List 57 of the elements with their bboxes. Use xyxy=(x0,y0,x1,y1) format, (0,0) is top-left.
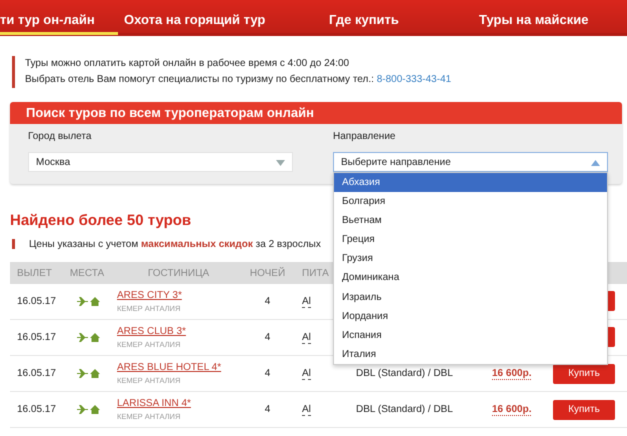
hotel-link[interactable]: ARES CITY 3* xyxy=(117,288,182,302)
price-note: Цены указаны с учетом максимальных скидок за 2 взрослых xyxy=(29,238,321,250)
dropdown-option[interactable]: Израиль xyxy=(334,288,607,307)
column-header: ГОСТИНИЦА xyxy=(146,268,210,278)
column-header: ВЫЛЕТ xyxy=(16,268,53,278)
column-header: МЕСТА xyxy=(68,268,106,278)
date-cell-text: 16.05.17 xyxy=(16,332,57,343)
dropdown-option[interactable]: Доминикана xyxy=(334,268,607,288)
nav-tab[interactable]: Охота на горящий тур xyxy=(124,2,329,34)
caret-icon xyxy=(276,160,285,166)
nights-cell-text: 4 xyxy=(264,404,272,415)
meal-code: Al xyxy=(302,332,311,344)
hotel-link[interactable]: ARES BLUE HOTEL 4* xyxy=(117,360,222,374)
dropdown-option[interactable]: Греция xyxy=(334,230,607,250)
room-type: DBL (Standard) / DBL xyxy=(356,368,453,379)
destination-select[interactable]: Выберите направление xyxy=(333,152,608,172)
nav-tab[interactable]: Где купить xyxy=(329,2,479,34)
room-type: DBL (Standard) / DBL xyxy=(356,404,453,415)
date-cell-text: 16.05.17 xyxy=(16,404,57,415)
column-header: ПИТА xyxy=(301,268,330,278)
notice-text: Выбрать отель Вам помогут специалисты по туризму по бесплатному тел.: 8-800-333-43-41 xyxy=(25,73,452,87)
buy-button[interactable]: Купить xyxy=(553,364,615,384)
plane-and-house-icon xyxy=(76,368,102,379)
results-heading: Найдено более 50 туров xyxy=(10,211,192,231)
nights-cell-text: 4 xyxy=(264,296,272,307)
caret-icon xyxy=(591,160,600,166)
hotel-link[interactable]: LARISSA INN 4* xyxy=(117,396,191,410)
column-header: НОЧЕЙ xyxy=(248,268,286,278)
meal-code: Al xyxy=(302,368,311,380)
buy-button[interactable]: Купить xyxy=(553,400,615,420)
date-cell-text: 16.05.17 xyxy=(16,368,57,379)
dropdown-option[interactable]: Вьетнам xyxy=(334,211,607,230)
meal-code: Al xyxy=(302,404,311,416)
price-link[interactable]: 16 600р. xyxy=(492,404,532,416)
panel-title: Поиск туров по всем туроператорам онлайн xyxy=(10,102,622,124)
city-select[interactable]: Москва xyxy=(28,152,293,172)
plane-and-house-icon xyxy=(76,404,102,415)
phone-link[interactable]: 8-800-333-43-41 xyxy=(376,74,452,85)
meal-code: Al xyxy=(302,296,311,308)
dropdown-option[interactable]: Иордания xyxy=(334,306,607,326)
nav-tab[interactable]: ти тур он-лайн xyxy=(0,2,118,34)
dropdown-option[interactable]: Испания xyxy=(334,326,607,345)
price-link[interactable]: 16 600р. xyxy=(492,368,532,380)
field-label: Направление xyxy=(333,131,396,144)
date-cell-text: 16.05.17 xyxy=(16,296,57,307)
nav-tab[interactable]: Туры на майские xyxy=(479,2,588,34)
notice-text: Туры можно оплатить картой онлайн в рабочее время с 4:00 до 24:00 xyxy=(25,57,350,71)
field-label: Город вылета xyxy=(28,131,92,144)
plane-and-house-icon xyxy=(76,332,102,343)
dropdown-option[interactable]: Грузия xyxy=(334,249,607,268)
hotel-link[interactable]: ARES CLUB 3* xyxy=(117,324,186,338)
nights-cell-text: 4 xyxy=(264,332,272,343)
dropdown-option[interactable]: Италия xyxy=(334,344,607,364)
nights-cell-text: 4 xyxy=(264,368,272,379)
dropdown-option[interactable]: Болгария xyxy=(334,192,607,212)
plane-and-house-icon xyxy=(76,296,102,307)
dropdown-option[interactable]: Абхазия xyxy=(334,173,607,192)
